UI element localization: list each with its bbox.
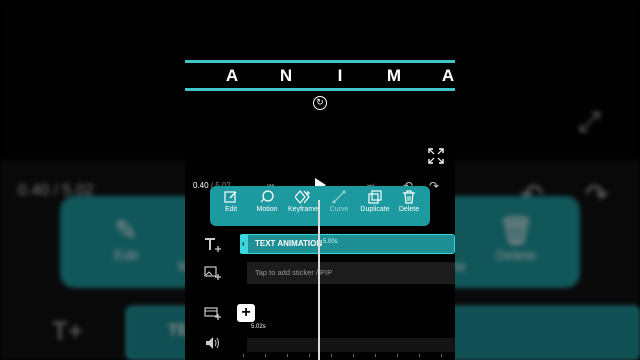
clip-toolbar: Edit Motion Keyframe Curve Duplicate Del…: [210, 186, 430, 226]
text-frame-top-line: [185, 60, 455, 63]
curve-button[interactable]: Curve: [320, 190, 358, 224]
add-sticker-icon[interactable]: [204, 266, 222, 280]
app-screen: 0.40 / 5.02 ⤢ ↶ ↷ ✎ Edit M te 🗑 Delete T+ …: [0, 0, 640, 360]
audio-icon[interactable]: [204, 336, 222, 350]
bg-expand-icon: ⤢: [578, 106, 601, 137]
editor-panel: ANIMA ↻ 0.40 / 5.02 ⏮ ⏭ ↶ ↷ Edit: [185, 0, 455, 360]
playhead[interactable]: [318, 200, 320, 360]
keyframe-icon: [295, 190, 310, 204]
bg-edit-button: ✎ Edit: [113, 215, 139, 263]
timeline[interactable]: ‹ TEXT ANIMATION 5.00s Tap to add sticke…: [185, 226, 455, 360]
text-clip-duration: 5.00s: [323, 239, 338, 245]
text-animation-clip[interactable]: ‹ TEXT ANIMATION 5.00s: [240, 234, 455, 254]
curve-icon: [332, 190, 346, 204]
chevron-left-icon: ‹: [242, 239, 245, 248]
rotate-icon[interactable]: ↻: [313, 96, 327, 110]
add-clip-button[interactable]: +: [237, 304, 255, 322]
delete-button[interactable]: Delete: [390, 190, 428, 224]
redo-icon[interactable]: ↷: [429, 179, 439, 193]
video-track[interactable]: [240, 290, 455, 336]
edit-icon: [224, 191, 237, 203]
duplicate-button[interactable]: Duplicate: [356, 190, 394, 224]
video-preview[interactable]: ANIMA ↻: [185, 0, 455, 178]
add-clip-track-icon[interactable]: [204, 306, 222, 320]
duplicate-icon: [368, 190, 382, 204]
bg-text-track-icon: T+: [52, 316, 84, 346]
video-clip-duration: 5.02s: [251, 324, 266, 330]
bg-delete-button: 🗑 Delete: [495, 215, 537, 263]
track-icons: [185, 226, 237, 360]
audio-track[interactable]: [247, 338, 455, 352]
animated-text[interactable]: ANIMA: [185, 66, 455, 88]
keyframe-button[interactable]: Keyframe: [284, 190, 322, 224]
fullscreen-icon[interactable]: [428, 148, 444, 164]
bg-redo-icon: ↷: [585, 179, 609, 210]
add-text-track-icon[interactable]: [204, 238, 222, 252]
edit-button[interactable]: Edit: [212, 190, 250, 224]
sticker-track[interactable]: Tap to add sticker / PIP: [247, 262, 455, 284]
text-frame-bottom-line: [185, 88, 455, 91]
time-ruler: [243, 354, 455, 360]
motion-icon: [260, 190, 274, 203]
motion-button[interactable]: Motion: [248, 190, 286, 224]
bg-duplicate-label: te: [454, 258, 466, 274]
text-clip-name: TEXT ANIMATION: [255, 239, 323, 248]
sticker-hint: Tap to add sticker / PIP: [255, 268, 333, 277]
delete-icon: [403, 190, 415, 204]
